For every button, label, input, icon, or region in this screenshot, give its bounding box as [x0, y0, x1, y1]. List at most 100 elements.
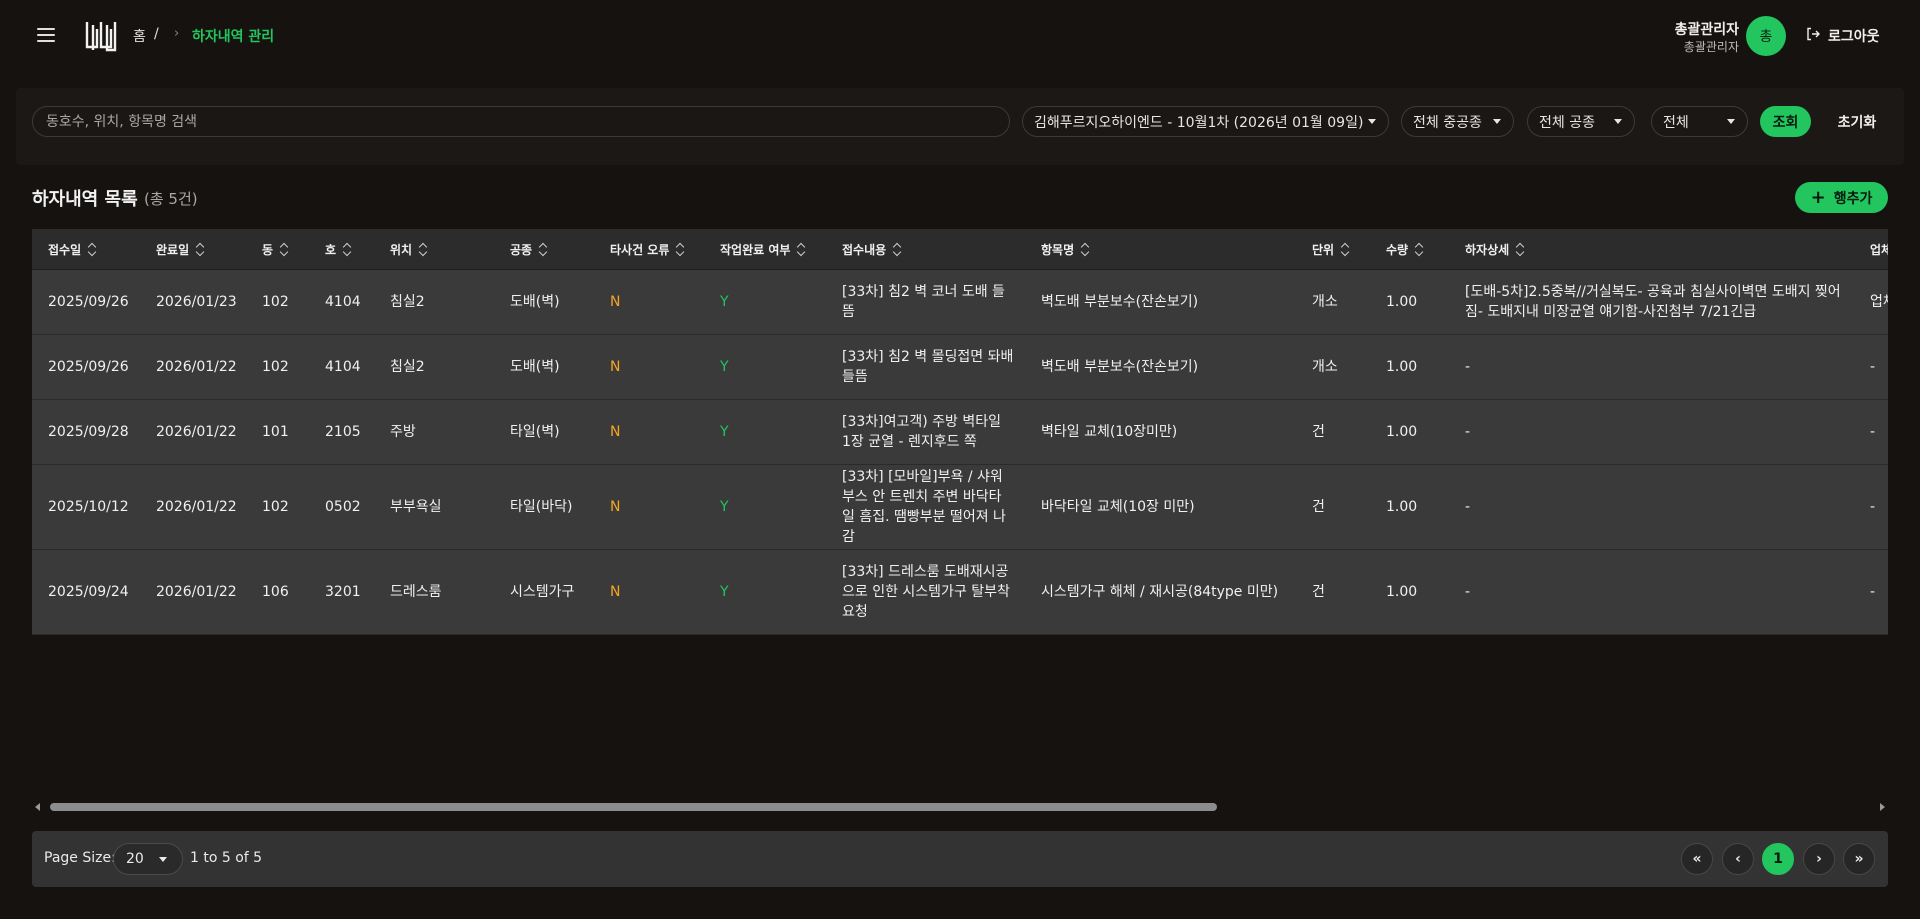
- prev-page-button[interactable]: ‹: [1722, 843, 1754, 875]
- page-button-current[interactable]: 1: [1762, 843, 1794, 875]
- avatar[interactable]: 총: [1746, 16, 1786, 56]
- sort-icon[interactable]: [420, 244, 428, 256]
- search-input[interactable]: [32, 106, 1010, 137]
- column-header-other-error[interactable]: 타사건 오류: [610, 229, 685, 270]
- sort-icon[interactable]: [344, 244, 352, 256]
- cell-detail: -: [1465, 359, 1471, 375]
- breadcrumb-separator: /: [154, 26, 159, 42]
- cell-unit: 건: [1312, 424, 1325, 440]
- sort-icon[interactable]: [798, 244, 806, 256]
- column-header-item[interactable]: 항목명: [1041, 229, 1090, 270]
- cell-trade: 시스템가구: [510, 584, 575, 600]
- cell-detail: -: [1465, 424, 1471, 440]
- column-header-received[interactable]: 접수일: [48, 229, 97, 270]
- chevron-right-icon: ›: [174, 26, 180, 41]
- sort-icon[interactable]: [1082, 244, 1090, 256]
- cell-other-error: N: [610, 294, 621, 310]
- column-header-location[interactable]: 위치: [390, 229, 428, 270]
- sort-icon[interactable]: [1517, 244, 1525, 256]
- cell-vendor: -: [1870, 584, 1876, 600]
- cell-location: 드레스룸: [390, 584, 442, 600]
- sort-icon[interactable]: [1342, 244, 1350, 256]
- table-row[interactable]: 2025/09/26 2026/01/23 102 4104 침실2 도배(벽)…: [32, 270, 1888, 335]
- cell-completed: 2026/01/23: [156, 294, 237, 310]
- column-header-label: 타사건 오류: [610, 243, 670, 257]
- column-header-label: 업체: [1870, 243, 1888, 257]
- status-select-value: 전체: [1663, 114, 1689, 131]
- reset-button[interactable]: 초기화: [1826, 106, 1888, 137]
- cell-detail: [도배-5차]2.5중복//거실복도- 공육과 침실사이벽면 도배지 찢어짐- …: [1465, 284, 1841, 320]
- scroll-right-icon[interactable]: [1880, 803, 1885, 811]
- sort-icon[interactable]: [677, 244, 685, 256]
- page-size-select[interactable]: 20: [113, 843, 183, 875]
- menu-icon[interactable]: [37, 28, 55, 42]
- cell-work-done: Y: [720, 359, 729, 375]
- page-range: 1 to 5 of 5: [190, 850, 263, 866]
- cell-vendor: -: [1870, 359, 1876, 375]
- scrollbar-thumb[interactable]: [50, 803, 1217, 811]
- caret-down-icon: [1493, 119, 1501, 124]
- column-header-completed[interactable]: 완료일: [156, 229, 205, 270]
- cell-qty: 1.00: [1386, 359, 1418, 375]
- table-row[interactable]: 2025/10/12 2026/01/22 102 0502 부부욕실 타일(바…: [32, 465, 1888, 550]
- sort-icon[interactable]: [281, 244, 289, 256]
- column-header-label: 항목명: [1041, 243, 1075, 257]
- column-header-detail[interactable]: 하자상세: [1465, 229, 1525, 270]
- last-page-button[interactable]: »: [1843, 843, 1875, 875]
- logout-button[interactable]: 로그아웃: [1806, 26, 1880, 46]
- trade-select[interactable]: 전체 공종: [1527, 106, 1635, 137]
- cell-trade: 타일(바닥): [510, 499, 573, 515]
- table-row[interactable]: 2025/09/24 2026/01/22 106 3201 드레스룸 시스템가…: [32, 550, 1888, 635]
- cell-ho: 3201: [325, 584, 361, 600]
- column-header-qty[interactable]: 수량: [1386, 229, 1424, 270]
- cell-qty: 1.00: [1386, 424, 1418, 440]
- table-row[interactable]: 2025/09/26 2026/01/22 102 4104 침실2 도배(벽)…: [32, 335, 1888, 400]
- sort-icon[interactable]: [894, 244, 902, 256]
- column-header-ho[interactable]: 호: [325, 229, 352, 270]
- table-row[interactable]: 2025/09/28 2026/01/22 101 2105 주방 타일(벽) …: [32, 400, 1888, 465]
- cell-unit: 개소: [1312, 294, 1338, 310]
- breadcrumb-current: 하자내역 관리: [192, 29, 275, 45]
- search-button[interactable]: 조회: [1760, 106, 1811, 137]
- cell-dong: 102: [262, 294, 289, 310]
- sort-icon[interactable]: [197, 244, 205, 256]
- next-page-button[interactable]: ›: [1803, 843, 1835, 875]
- column-header-content[interactable]: 접수내용: [842, 229, 902, 270]
- add-row-button[interactable]: + 행추가: [1795, 182, 1888, 213]
- user-name: 총괄관리자: [1674, 22, 1739, 38]
- logout-label: 로그아웃: [1828, 29, 1880, 45]
- cell-detail: -: [1465, 584, 1471, 600]
- column-header-trade[interactable]: 공종: [510, 229, 548, 270]
- cell-location: 침실2: [390, 359, 425, 375]
- cell-content: [33차] [모바일]부욕 / 샤워부스 안 트렌치 주변 바닥타일 흠집. 땜…: [842, 469, 1006, 545]
- user-role: 총괄관리자: [1683, 40, 1739, 54]
- cell-completed: 2026/01/22: [156, 359, 237, 375]
- cell-received: 2025/09/26: [48, 359, 129, 375]
- cell-work-done: Y: [720, 499, 729, 515]
- cell-ho: 4104: [325, 294, 361, 310]
- cell-location: 침실2: [390, 294, 425, 310]
- cell-dong: 106: [262, 584, 289, 600]
- horizontal-scrollbar[interactable]: [32, 799, 1888, 815]
- column-header-vendor[interactable]: 업체: [1870, 229, 1888, 270]
- column-header-label: 접수일: [48, 243, 82, 257]
- scroll-left-icon[interactable]: [35, 803, 40, 811]
- column-header-dong[interactable]: 동: [262, 229, 289, 270]
- cell-work-done: Y: [720, 424, 729, 440]
- sort-icon[interactable]: [540, 244, 548, 256]
- status-select[interactable]: 전체: [1651, 106, 1748, 137]
- cell-vendor: 업체: [1870, 294, 1888, 310]
- sort-icon[interactable]: [1416, 244, 1424, 256]
- cell-content: [33차] 침2 벽 코너 도배 들뜸: [842, 284, 1005, 320]
- column-header-work-done[interactable]: 작업완료 여부: [720, 229, 806, 270]
- breadcrumb-home[interactable]: 홈: [133, 26, 146, 46]
- cell-trade: 도배(벽): [510, 359, 560, 375]
- column-header-unit[interactable]: 단위: [1312, 229, 1350, 270]
- cell-ho: 0502: [325, 499, 361, 515]
- schedule-select[interactable]: 김해푸르지오하이엔드 - 10월1차 (2026년 01월 09일): [1022, 106, 1389, 137]
- sort-icon[interactable]: [89, 244, 97, 256]
- major-trade-select[interactable]: 전체 중공종: [1401, 106, 1514, 137]
- caret-down-icon: [159, 857, 167, 862]
- first-page-button[interactable]: «: [1681, 843, 1713, 875]
- logo-icon[interactable]: [84, 19, 118, 52]
